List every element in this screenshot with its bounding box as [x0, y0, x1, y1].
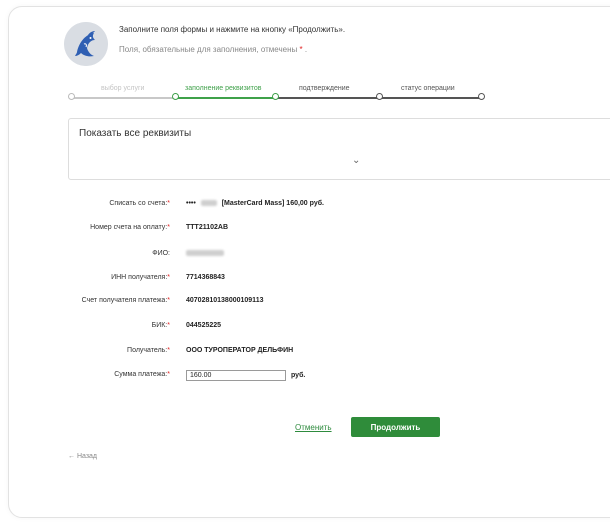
field-value: TTT21102AB	[186, 224, 229, 231]
field-debit-account: Списать со счета:* •••• [MasterCard Mass…	[0, 200, 610, 210]
step-track-active	[176, 97, 276, 99]
required-asterisk: *	[299, 45, 303, 54]
field-label: ФИО:	[152, 250, 170, 257]
currency-label: руб.	[291, 372, 306, 379]
field-value	[186, 250, 224, 257]
dolphin-logo-icon	[64, 22, 108, 66]
chevron-down-icon[interactable]: ⌄	[352, 155, 360, 166]
steps-progress: выбор услуги заполнение реквизитов подтв…	[68, 85, 485, 105]
field-label: Номер счета на оплату:*	[90, 224, 170, 231]
masked-name-icon	[186, 250, 224, 257]
form-card	[8, 6, 610, 518]
required-note: Поля, обязательные для заполнения, отмеч…	[119, 45, 307, 54]
back-link[interactable]: ← Назад	[68, 453, 97, 460]
step-track-done	[71, 97, 176, 99]
field-value: 044525225	[186, 322, 222, 329]
step-dot-4	[376, 93, 383, 100]
amount-input[interactable]	[186, 370, 286, 381]
field-label: БИК:*	[151, 322, 170, 329]
show-all-details-toggle[interactable]: Показать все реквизиты ⌄	[68, 118, 610, 180]
continue-button[interactable]: Продолжить	[351, 417, 440, 437]
step-dot-5	[478, 93, 485, 100]
field-inn: ИНН получателя:* 7714368843	[0, 274, 610, 284]
arrow-left-icon: ←	[68, 453, 75, 460]
field-invoice-number: Номер счета на оплату:* TTT21102AB	[0, 224, 610, 234]
step-label-2: заполнение реквизитов	[185, 85, 262, 92]
field-full-name: ФИО:	[0, 250, 610, 260]
field-bik: БИК:* 044525225	[0, 322, 610, 332]
show-all-details-label: Показать все реквизиты	[79, 128, 192, 139]
back-label: Назад	[76, 453, 98, 460]
field-label: Сумма платежа:*	[114, 371, 170, 378]
field-value: ООО ТУРОПЕРАТОР ДЕЛЬФИН	[186, 347, 294, 354]
field-label: Получатель:*	[127, 347, 170, 354]
field-value: 40702810138000109113	[186, 297, 264, 304]
required-note-end: .	[304, 45, 308, 54]
field-label: Счет получателя платежа:*	[81, 297, 170, 304]
step-label-3: подтверждение	[299, 85, 350, 92]
step-dot-3	[272, 93, 279, 100]
field-recipient: Получатель:* ООО ТУРОПЕРАТОР ДЕЛЬФИН	[0, 347, 610, 357]
step-label-1: выбор услуги	[101, 85, 145, 92]
field-label: Списать со счета:*	[109, 200, 170, 207]
field-value[interactable]: •••• [MasterCard Mass] 160,00 руб.	[186, 200, 324, 207]
field-label: ИНН получателя:*	[111, 274, 170, 281]
step-label-4: статус операции	[401, 85, 455, 92]
instruction-text: Заполните поля формы и нажмите на кнопку…	[119, 25, 346, 34]
field-recipient-account: Счет получателя платежа:* 40702810138000…	[0, 297, 610, 307]
step-dot-2	[172, 93, 179, 100]
masked-account-icon	[200, 200, 217, 207]
field-amount: Сумма платежа:* руб.	[0, 370, 610, 384]
required-note-text: Поля, обязательные для заполнения, отмеч…	[119, 45, 298, 54]
step-dot-1	[68, 93, 75, 100]
cancel-link[interactable]: Отменить	[295, 423, 332, 432]
field-value: 7714368843	[186, 274, 225, 281]
